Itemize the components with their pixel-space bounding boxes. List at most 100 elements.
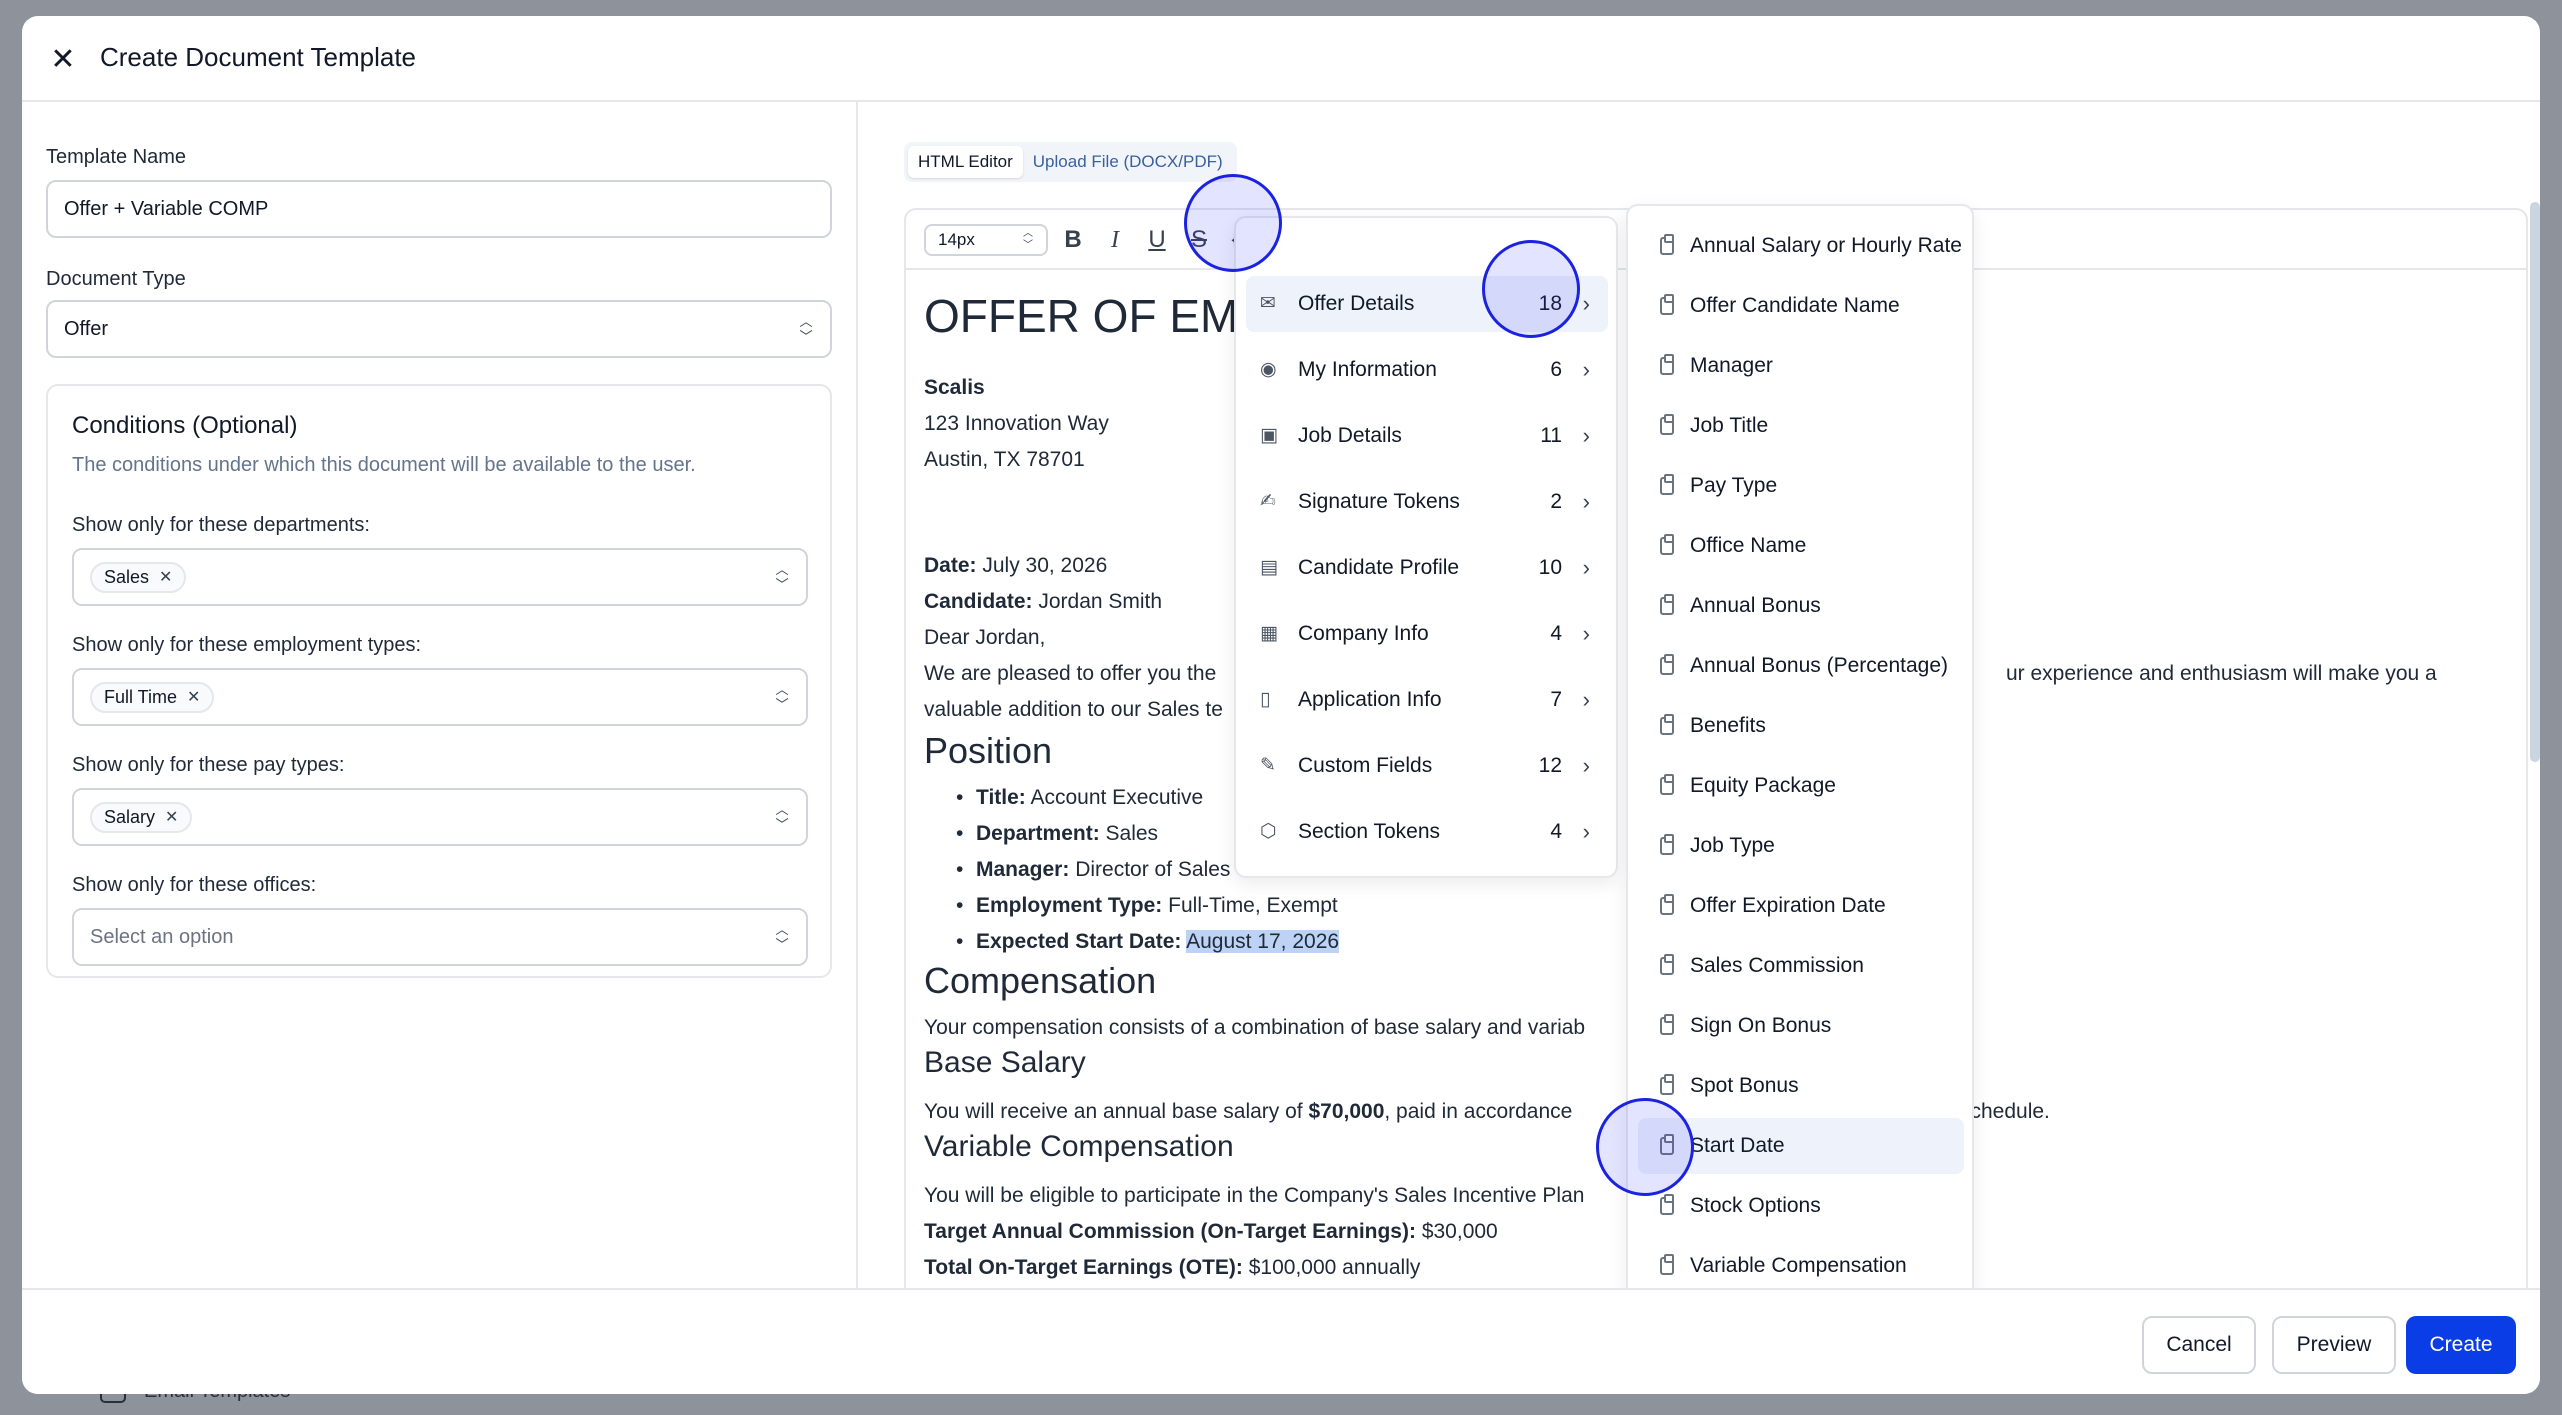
create-button[interactable]: Create bbox=[2406, 1316, 2516, 1374]
stepper-arrows-icon: ︿ ﹀ bbox=[1023, 228, 1033, 251]
clipboard-icon bbox=[1660, 354, 1674, 375]
conditions-section: Conditions (Optional) The conditions und… bbox=[46, 384, 832, 978]
select-arrows-icon: ︿ ﹀ bbox=[775, 682, 789, 712]
chip-salary: Salary ✕ bbox=[90, 801, 193, 833]
doc-position-heading: Position bbox=[924, 730, 1053, 771]
field-variable-compensation[interactable]: Variable Compensation bbox=[1638, 1238, 1964, 1294]
template-name-input[interactable]: Offer + Variable COMP bbox=[46, 180, 832, 238]
cursor-marker-offer-details bbox=[1482, 240, 1580, 338]
departments-select[interactable]: Sales ✕ ︿ ﹀ bbox=[72, 548, 808, 606]
doc-greeting: Dear Jordan, bbox=[924, 626, 1046, 649]
conditions-description: The conditions under which this document… bbox=[72, 454, 696, 476]
field-job-type[interactable]: Job Type bbox=[1638, 818, 1964, 874]
clipboard-icon bbox=[1660, 654, 1674, 675]
field-sign-on-bonus[interactable]: Sign On Bonus bbox=[1638, 998, 1964, 1054]
category-company-info[interactable]: ▦ Company Info 4 › bbox=[1246, 606, 1608, 662]
category-signature-tokens[interactable]: ✍ Signature Tokens 2 › bbox=[1246, 474, 1608, 530]
doc-bullet: Expected Start Date: August 17, 2026 bbox=[956, 930, 1340, 954]
doc-intro-line2: valuable addition to our Sales te bbox=[924, 698, 1223, 721]
chip-sales: Sales ✕ bbox=[90, 561, 187, 593]
doc-intro-right: ur experience and enthusiasm will make y… bbox=[2006, 662, 2437, 685]
editor-mode-toggle: HTML Editor Upload File (DOCX/PDF) bbox=[904, 142, 1237, 182]
italic-icon[interactable]: I bbox=[1100, 224, 1130, 256]
template-name-value: Offer + Variable COMP bbox=[64, 197, 269, 220]
building-icon: ▦ bbox=[1260, 623, 1278, 644]
doc-base-text: You will receive an annual base salary o… bbox=[924, 1100, 1573, 1123]
edit-icon: ✎ bbox=[1260, 755, 1276, 776]
close-icon[interactable]: ✕ bbox=[48, 43, 78, 76]
field-annual-bonus-percentage[interactable]: Annual Bonus (Percentage) bbox=[1638, 638, 1964, 694]
field-annual-bonus[interactable]: Annual Bonus bbox=[1638, 578, 1964, 634]
underline-icon[interactable]: U bbox=[1142, 224, 1172, 256]
category-custom-fields[interactable]: ✎ Custom Fields 12 › bbox=[1246, 738, 1608, 794]
field-annual-salary[interactable]: Annual Salary or Hourly Rate bbox=[1638, 218, 1964, 274]
offer-icon: ✉ bbox=[1260, 293, 1276, 314]
clipboard-icon bbox=[1660, 1074, 1674, 1095]
field-pay-type[interactable]: Pay Type bbox=[1638, 458, 1964, 514]
category-job-details[interactable]: ▣ Job Details 11 › bbox=[1246, 408, 1608, 464]
clipboard-icon bbox=[1660, 954, 1674, 975]
doc-title: OFFER OF EMP bbox=[924, 290, 1269, 342]
doc-variable-heading: Variable Compensation bbox=[924, 1130, 1234, 1163]
document-type-select[interactable]: Offer ︿ ﹀ bbox=[46, 300, 832, 358]
clipboard-icon bbox=[1660, 534, 1674, 555]
template-name-label: Template Name bbox=[46, 146, 187, 168]
clipboard-icon bbox=[1660, 1014, 1674, 1035]
select-arrows-icon: ︿ ﹀ bbox=[775, 802, 789, 832]
clipboard-icon bbox=[1660, 834, 1674, 855]
field-job-title[interactable]: Job Title bbox=[1638, 398, 1964, 454]
category-application-info[interactable]: ▯ Application Info 7 › bbox=[1246, 672, 1608, 728]
modal-header: ✕ Create Document Template bbox=[22, 16, 2540, 102]
clipboard-icon bbox=[1660, 474, 1674, 495]
cursor-marker-start-date bbox=[1596, 1098, 1694, 1196]
field-spot-bonus[interactable]: Spot Bonus bbox=[1638, 1058, 1964, 1114]
remove-chip-icon[interactable]: ✕ bbox=[187, 687, 200, 707]
editor-scrollbar[interactable] bbox=[2530, 202, 2540, 762]
remove-chip-icon[interactable]: ✕ bbox=[159, 567, 172, 587]
conditions-title: Conditions (Optional) bbox=[72, 412, 298, 439]
field-offer-candidate-name[interactable]: Offer Candidate Name bbox=[1638, 278, 1964, 334]
doc-address-1: 123 Innovation Way bbox=[924, 412, 1109, 435]
chevron-right-icon: › bbox=[1582, 621, 1590, 646]
doc-target-commission: Target Annual Commission (On-Target Earn… bbox=[924, 1220, 1498, 1243]
field-equity-package[interactable]: Equity Package bbox=[1638, 758, 1964, 814]
clipboard-icon bbox=[1660, 234, 1674, 255]
field-office-name[interactable]: Office Name bbox=[1638, 518, 1964, 574]
cancel-button[interactable]: Cancel bbox=[2142, 1316, 2256, 1374]
doc-candidate: Candidate: Jordan Smith bbox=[924, 590, 1163, 613]
departments-label: Show only for these departments: bbox=[72, 514, 370, 536]
chevron-right-icon: › bbox=[1582, 555, 1590, 580]
modal-title: Create Document Template bbox=[100, 42, 417, 72]
clipboard-icon bbox=[1660, 774, 1674, 795]
doc-bullet: Title: Account Executive bbox=[956, 786, 1203, 810]
pay-types-select[interactable]: Salary ✕ ︿ ﹀ bbox=[72, 788, 808, 846]
bold-icon[interactable]: B bbox=[1058, 224, 1088, 256]
doc-variable-text: You will be eligible to participate in t… bbox=[924, 1184, 1585, 1207]
field-benefits[interactable]: Benefits bbox=[1638, 698, 1964, 754]
category-section-tokens[interactable]: ⬡ Section Tokens 4 › bbox=[1246, 804, 1608, 860]
clipboard-icon bbox=[1660, 294, 1674, 315]
font-size-value: 14px bbox=[938, 230, 975, 249]
tab-html-editor[interactable]: HTML Editor bbox=[908, 146, 1023, 178]
category-my-information[interactable]: ◉ My Information 6 › bbox=[1246, 342, 1608, 398]
chevron-right-icon: › bbox=[1582, 357, 1590, 382]
document-type-value: Offer bbox=[64, 317, 109, 340]
tab-upload-file[interactable]: Upload File (DOCX/PDF) bbox=[1023, 146, 1233, 178]
chip-full-time: Full Time ✕ bbox=[90, 681, 215, 713]
doc-compensation-text: Your compensation consists of a combinat… bbox=[924, 1016, 1586, 1039]
signature-icon: ✍ bbox=[1260, 491, 1276, 512]
offices-select[interactable]: Select an option ︿ ﹀ bbox=[72, 908, 808, 966]
field-offer-expiration-date[interactable]: Offer Expiration Date bbox=[1638, 878, 1964, 934]
remove-chip-icon[interactable]: ✕ bbox=[165, 807, 178, 827]
font-size-stepper[interactable]: 14px ︿ ﹀ bbox=[924, 224, 1048, 256]
employment-types-select[interactable]: Full Time ✕ ︿ ﹀ bbox=[72, 668, 808, 726]
preview-button[interactable]: Preview bbox=[2272, 1316, 2396, 1374]
doc-ote: Total On-Target Earnings (OTE): $100,000… bbox=[924, 1256, 1421, 1279]
category-candidate-profile[interactable]: ▤ Candidate Profile 10 › bbox=[1246, 540, 1608, 596]
user-circle-icon: ◉ bbox=[1260, 359, 1277, 380]
field-sales-commission[interactable]: Sales Commission bbox=[1638, 938, 1964, 994]
field-manager[interactable]: Manager bbox=[1638, 338, 1964, 394]
selected-start-date: August 17, 2026 bbox=[1186, 930, 1340, 953]
chevron-right-icon: › bbox=[1582, 489, 1590, 514]
field-stock-options[interactable]: Stock Options bbox=[1638, 1178, 1964, 1234]
